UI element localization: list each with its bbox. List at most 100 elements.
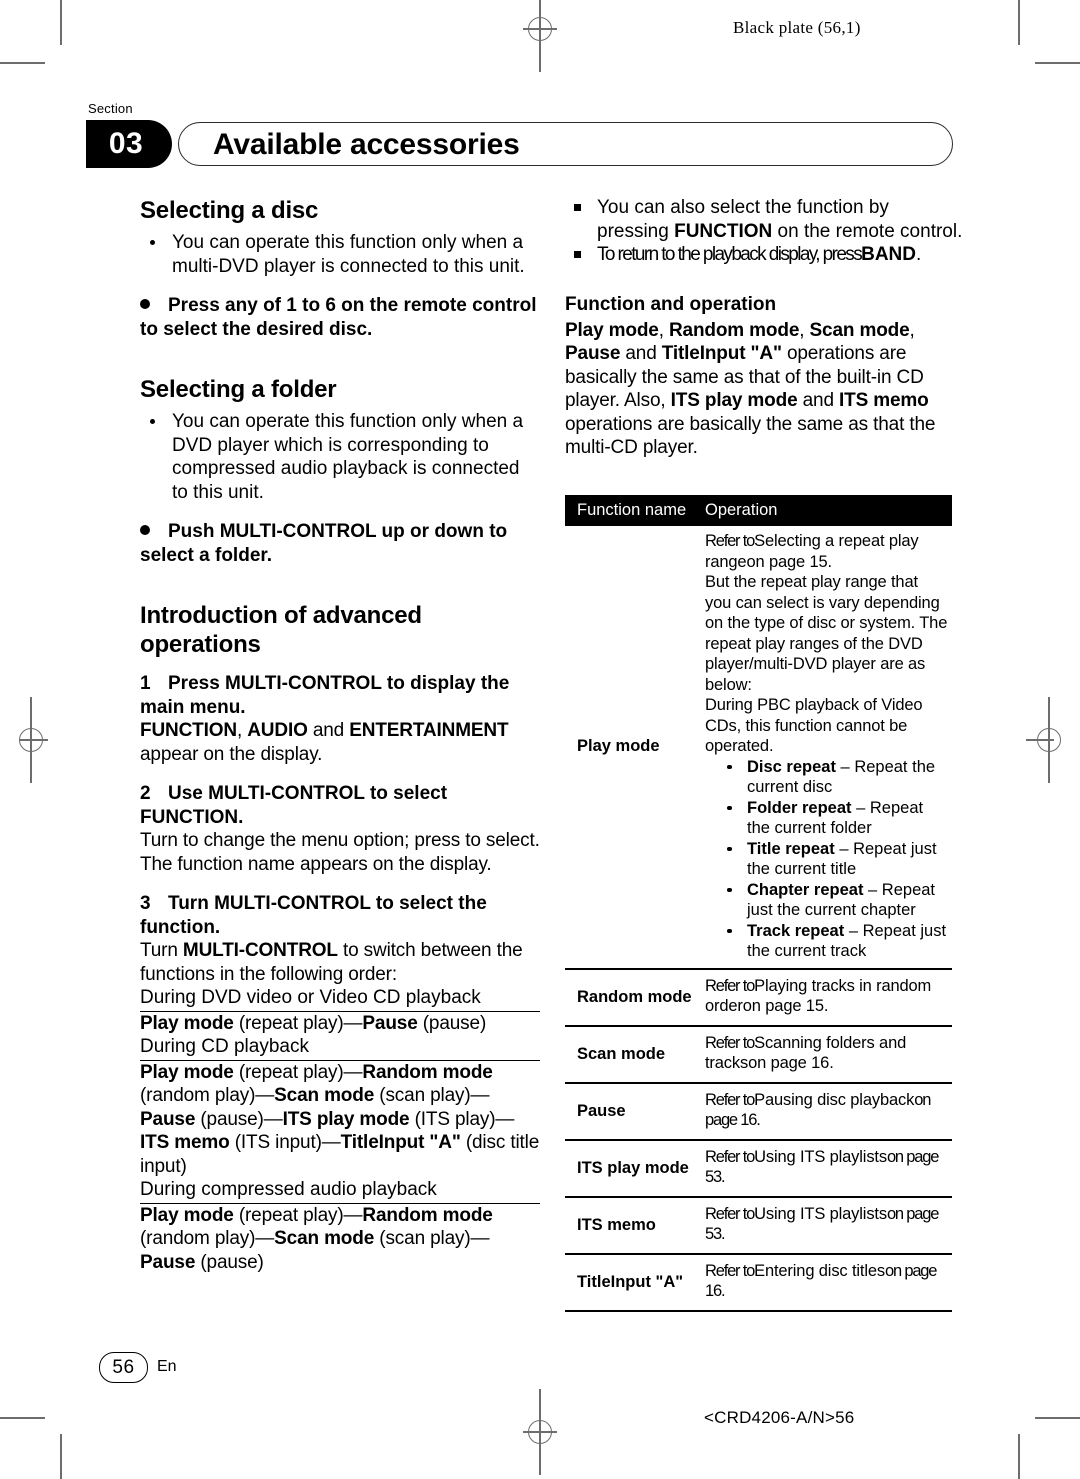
note-text: You can operate this function only when … — [172, 411, 524, 503]
note-return-playback-display: To return to the playback display, press… — [565, 243, 965, 267]
function-operation-table: Function name Operation Play mode Refer … — [565, 495, 952, 1312]
txt: operations are basically the same as tha… — [565, 413, 936, 459]
seq-text: (ITS play)— — [409, 1108, 515, 1130]
repeat-term: Track repeat — [747, 921, 845, 940]
term-pause: Pause — [565, 343, 621, 364]
step-2-text: Use MULTI-CONTROL to select FUNCTION. — [140, 783, 448, 828]
cell-operation: Refer toEntering disc titleson page 16. — [705, 1255, 952, 1310]
repeat-range-list: Disc repeat – Repeat the current disc Fo… — [705, 757, 948, 962]
txt: To return to the playback display, press — [597, 244, 863, 265]
seq-term: TitleInput "A" — [340, 1132, 461, 1153]
reference-title: Pausing disc playback — [754, 1090, 915, 1109]
txt: on the remote control. — [772, 220, 963, 242]
step-3-number: 3 — [140, 893, 151, 914]
order-sequence-dvd-video: Play mode (repeat play)—Pause (pause) — [140, 1012, 540, 1036]
crop-mark-top-right-v — [1018, 0, 1020, 45]
operation-body: But the repeat play range that you can s… — [705, 573, 948, 694]
note-selecting-a-disc: You can operate this function only when … — [140, 231, 540, 278]
list-item: Folder repeat – Repeat the current folde… — [705, 798, 948, 839]
repeat-term: Title repeat — [747, 839, 835, 858]
note-selecting-a-folder: You can operate this function only when … — [140, 410, 540, 504]
table-row: Pause Refer toPausing disc playbackon pa… — [565, 1084, 952, 1141]
list-item: Title repeat – Repeat just the current t… — [705, 839, 948, 880]
crop-mark-bottom-right-h — [1035, 1417, 1080, 1419]
reference-title: Entering disc titles — [754, 1261, 885, 1280]
filled-bullet-icon — [140, 525, 150, 535]
seq-term: Random mode — [362, 1061, 493, 1083]
order-title-compressed-audio: During compressed audio playback — [140, 1178, 540, 1204]
seq-term: Play mode — [140, 1012, 234, 1034]
step-3: 3 Turn MULTI-CONTROL to select the functi… — [140, 892, 540, 939]
reference-title: Using ITS playlists — [754, 1147, 887, 1166]
sep: , — [236, 720, 248, 741]
reference-page: on page 15. — [746, 552, 832, 571]
step-1-detail-tail: appear on the display. — [140, 743, 323, 765]
column-header-function-name: Function name — [577, 501, 687, 519]
term-function: FUNCTION — [674, 220, 773, 242]
cell-operation: Refer toPlaying tracks in random orderon… — [705, 970, 952, 1025]
operation-reference: Refer toPausing disc playbackon page 16. — [705, 1090, 948, 1131]
repeat-term: Disc repeat — [747, 757, 836, 776]
refer-to-label: Refer to — [705, 532, 755, 550]
txt: and — [797, 390, 840, 411]
part-number-label: <CRD4206-A/N>56 — [704, 1408, 855, 1427]
txt: , — [799, 319, 810, 341]
term-multi-control: MULTI-CONTROL — [182, 940, 338, 961]
seq-term: ITS memo — [140, 1132, 230, 1153]
reference-title: Using ITS playlists — [754, 1204, 887, 1223]
page-title: Available accessories — [213, 128, 520, 161]
crop-mark-bottom-left-h — [0, 1417, 45, 1419]
list-item: Track repeat – Repeat just the current t… — [705, 921, 948, 962]
heading-function-and-operation: Function and operation — [565, 293, 777, 315]
term-play-mode: Play mode — [565, 319, 659, 341]
table-row: ITS memo Refer toUsing ITS playlistson p… — [565, 1198, 952, 1255]
cell-operation: Refer toPausing disc playbackon page 16. — [705, 1084, 952, 1139]
reference-page: on page 15. — [742, 997, 829, 1015]
step-3-text: Turn MULTI-CONTROL to select the functio… — [140, 893, 487, 938]
cell-function-name: Scan mode — [577, 1044, 666, 1063]
seq-text: (pause) — [417, 1012, 487, 1034]
term-scan-mode: Scan mode — [809, 319, 910, 341]
txt: , — [658, 319, 669, 341]
cell-function-name: ITS memo — [577, 1215, 656, 1234]
cell-operation: Refer toSelecting a repeat play rangeon … — [705, 526, 952, 968]
order-title-cd: During CD playback — [140, 1035, 540, 1061]
operation-body-2: During PBC playback of Video CDs, this f… — [705, 696, 923, 755]
left-column: Selecting a disc You can operate this fu… — [140, 196, 540, 1274]
repeat-term: Folder repeat — [747, 798, 852, 817]
operation-reference: Refer toScanning folders and trackson pa… — [705, 1033, 948, 1074]
manual-page: Black plate (56,1) Section 03 Available … — [0, 0, 1080, 1479]
registration-mark-top — [523, 0, 557, 72]
order-sequence-cd: Play mode (repeat play)—Random mode (ran… — [140, 1061, 540, 1179]
cell-function-name: ITS play mode — [577, 1158, 689, 1177]
seq-text: (repeat play)— — [233, 1204, 363, 1226]
term-band: BAND — [861, 244, 916, 265]
step-1-number: 1 — [140, 673, 151, 694]
term-its-memo: ITS memo — [839, 390, 929, 411]
seq-text: (repeat play)— — [233, 1061, 363, 1083]
note-text: You can operate this function only when … — [172, 232, 525, 277]
seq-text: (pause) — [195, 1251, 264, 1273]
txt: . — [915, 244, 922, 265]
function-operation-paragraph: Play mode, Random mode, Scan mode, Pause… — [565, 319, 965, 460]
table-row: ITS play mode Refer toUsing ITS playlist… — [565, 1141, 952, 1198]
refer-to-label: Refer to — [705, 1147, 755, 1166]
seq-term: Random mode — [362, 1204, 493, 1226]
seq-term: Pause — [140, 1108, 196, 1130]
refer-to-label: Refer to — [705, 1261, 755, 1280]
seq-text: (ITS input)— — [229, 1132, 341, 1153]
column-header-operation: Operation — [705, 501, 778, 519]
step-1-detail: FUNCTION, AUDIO and ENTERTAINMENT — [140, 719, 540, 743]
repeat-term: Chapter repeat — [747, 880, 864, 899]
right-column: You can also select the function by pres… — [565, 196, 965, 460]
txt: , — [909, 319, 915, 341]
table-row: Random mode Refer toPlaying tracks in ra… — [565, 970, 952, 1027]
term-its-play-mode: ITS play mode — [670, 390, 798, 411]
action-text-a: Push MULTI-CONTROL — [168, 521, 377, 542]
step-2: 2 Use MULTI-CONTROL to select FUNCTION. — [140, 782, 540, 829]
refer-to-label: Refer to — [705, 1033, 755, 1052]
order-title-dvd-video: During DVD video or Video CD playback — [140, 986, 540, 1012]
term-random-mode: Random mode — [668, 319, 800, 341]
crop-mark-bottom-left-v — [60, 1434, 62, 1479]
action-select-disc: Press any of 1 to 6 on the remote contro… — [140, 294, 540, 341]
